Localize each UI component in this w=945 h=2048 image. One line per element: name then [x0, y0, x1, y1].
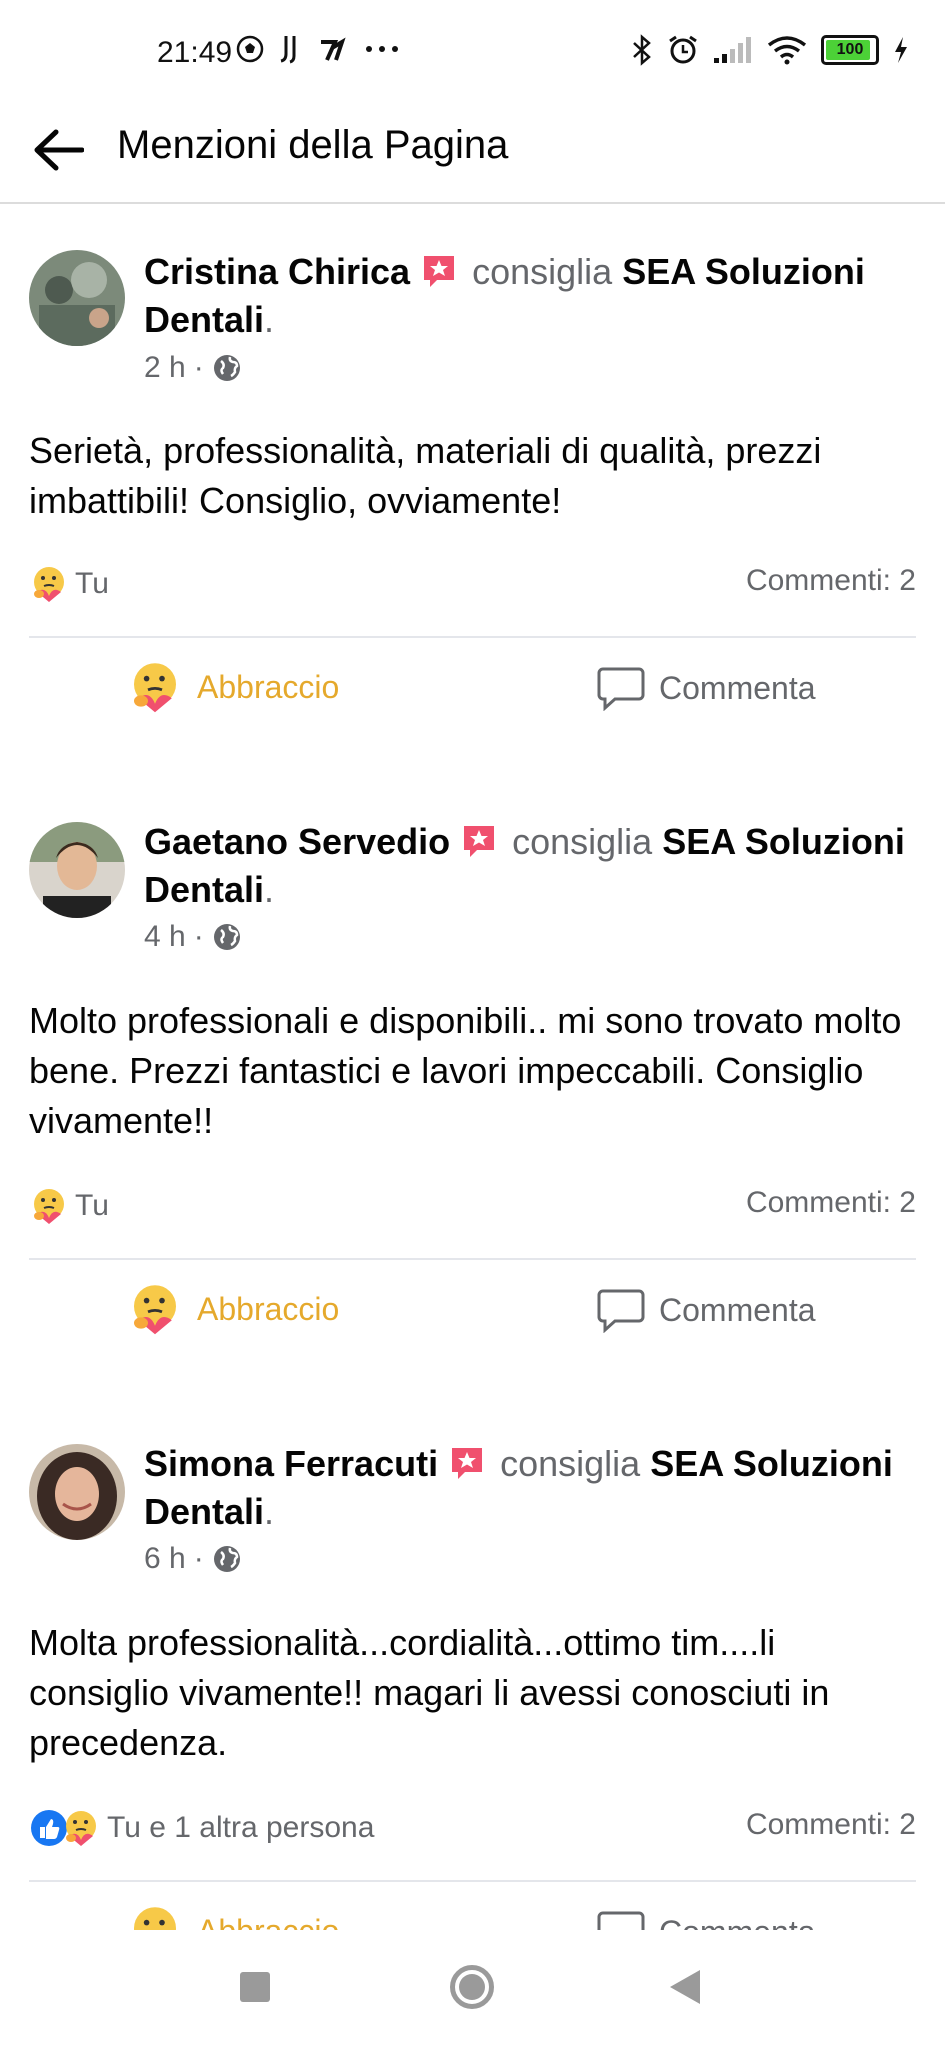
comments-count[interactable]: Commenti: 2: [746, 1186, 916, 1220]
hug-reaction-button[interactable]: Abbraccio: [127, 659, 339, 715]
comments-count[interactable]: Commenti: 2: [746, 564, 916, 598]
author-name[interactable]: Simona Ferracuti: [144, 1443, 438, 1484]
divider: [29, 1880, 916, 1882]
post-time[interactable]: 2 h: [144, 351, 186, 385]
hug-label: Abbraccio: [197, 1913, 339, 1931]
meta-separator: ·: [193, 920, 204, 953]
reactions-text: Tu: [75, 1189, 109, 1222]
mentions-feed[interactable]: Cristina Chirica consiglia SEA Soluzioni …: [0, 204, 945, 1930]
globe-icon: [213, 355, 240, 381]
back-arrow-icon: [34, 129, 84, 171]
action-bar: Abbraccio Commenta: [0, 1903, 945, 1930]
system-icons: 100: [631, 34, 909, 66]
back-button[interactable]: [26, 118, 90, 182]
divider: [29, 636, 916, 638]
status-time: 21:49: [157, 36, 233, 69]
battery-indicator: 100: [821, 35, 879, 65]
comment-button[interactable]: Commenta: [597, 1287, 816, 1333]
recommend-verb: consiglia: [512, 821, 653, 862]
post-header: Gaetano Servedio consiglia SEA Soluzioni …: [144, 818, 924, 914]
meta-separator: ·: [193, 351, 204, 384]
globe-icon: [213, 924, 240, 950]
reactions-text: Tu: [75, 567, 109, 600]
hug-reaction-button[interactable]: Abbraccio: [127, 1281, 339, 1337]
reactions-text: Tu e 1 altra persona: [107, 1811, 375, 1844]
hug-label: Abbraccio: [197, 1290, 340, 1327]
comment-label: Commenta: [659, 1914, 816, 1931]
action-bar: Abbraccio Commenta: [0, 659, 945, 729]
avatar[interactable]: [29, 822, 125, 918]
soccer-ball-icon: [236, 35, 264, 63]
hug-reaction-button[interactable]: Abbraccio: [127, 1903, 339, 1930]
alarm-icon: [669, 35, 697, 64]
app-bar: Menzioni della Pagina: [0, 108, 945, 204]
author-name[interactable]: Gaetano Servedio: [144, 821, 450, 862]
post-time[interactable]: 4 h: [144, 920, 186, 954]
post-meta: 4 h ·: [144, 920, 242, 954]
comment-bubble-icon: [597, 1289, 645, 1333]
header-period: .: [264, 1491, 275, 1533]
status-bar: 21:49 100: [0, 0, 945, 108]
recommend-verb: consiglia: [472, 251, 613, 292]
globe-icon: [213, 1546, 240, 1572]
app-notification-icon: [321, 37, 346, 61]
post-text: Molta professionalità...cordialità...ott…: [29, 1622, 830, 1763]
hug-label: Abbraccio: [197, 668, 340, 705]
reactions-summary[interactable]: Tu Commenti: 2: [29, 564, 916, 604]
hug-emoji-icon: [134, 1907, 176, 1930]
hug-emoji-icon: [134, 1285, 176, 1335]
system-nav-bar: [0, 1930, 945, 2048]
juventus-icon: [280, 36, 296, 64]
comment-button[interactable]: Commenta: [597, 665, 816, 711]
header-period: .: [264, 299, 275, 341]
comment-label: Commenta: [659, 669, 816, 706]
home-button[interactable]: [450, 1965, 494, 2009]
hug-emoji-icon: [34, 567, 64, 602]
header-period: .: [264, 869, 275, 911]
battery-level: 100: [836, 41, 864, 58]
charging-icon: [895, 37, 907, 63]
comment-label: Commenta: [659, 1291, 816, 1328]
recent-apps-button[interactable]: [240, 1972, 270, 2002]
meta-separator: ·: [193, 1542, 204, 1575]
bluetooth-icon: [633, 34, 651, 66]
recommend-star-icon: [420, 252, 458, 290]
avatar[interactable]: [29, 1444, 125, 1540]
recommend-verb: consiglia: [500, 1443, 641, 1484]
post-meta: 6 h ·: [144, 1542, 242, 1576]
hug-emoji-icon: [34, 1189, 64, 1224]
post-text: Molto professionali e disponibili.. mi s…: [29, 1000, 902, 1141]
post-text: Serietà, professionalità, materiali di q…: [29, 430, 822, 521]
reactions-summary[interactable]: Tu Commenti: 2: [29, 1186, 916, 1226]
divider: [29, 1258, 916, 1260]
hug-emoji-icon: [134, 663, 176, 713]
hug-emoji-icon: [66, 1811, 96, 1846]
author-name[interactable]: Cristina Chirica: [144, 251, 410, 292]
reactions-summary[interactable]: Tu e 1 altra persona Commenti: 2: [29, 1808, 916, 1848]
wifi-icon: [767, 36, 807, 65]
post-header: Cristina Chirica consiglia SEA Soluzioni …: [144, 248, 924, 344]
post-meta: 2 h ·: [144, 351, 242, 385]
signal-icon: [714, 37, 751, 63]
recommend-star-icon: [460, 822, 498, 860]
post-header: Simona Ferracuti consiglia SEA Soluzioni …: [144, 1440, 924, 1536]
notification-icons: [236, 34, 400, 64]
action-bar: Abbraccio Commenta: [0, 1281, 945, 1351]
comment-bubble-icon: [597, 1911, 645, 1930]
post-time[interactable]: 6 h: [144, 1542, 186, 1576]
system-back-button[interactable]: [670, 1970, 700, 2004]
avatar[interactable]: [29, 250, 125, 346]
recommend-star-icon: [448, 1444, 486, 1482]
comment-button[interactable]: Commenta: [597, 1909, 816, 1930]
comments-count[interactable]: Commenti: 2: [746, 1808, 916, 1842]
page-title: Menzioni della Pagina: [117, 123, 509, 167]
more-notifications-icon: [366, 46, 398, 52]
comment-bubble-icon: [597, 667, 645, 711]
